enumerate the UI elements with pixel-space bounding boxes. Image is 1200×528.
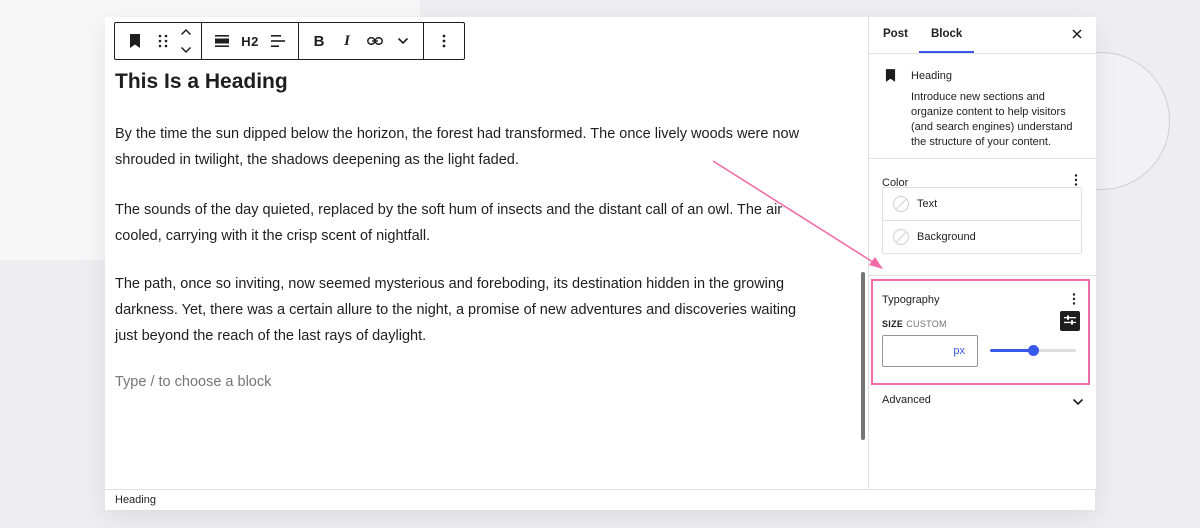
text-align-button[interactable] — [266, 27, 290, 55]
font-size-unit[interactable]: px — [953, 345, 965, 357]
toolbar-group-format: B I — [299, 23, 424, 59]
link-icon — [367, 36, 383, 46]
typography-panel-title[interactable]: Typography — [882, 294, 939, 306]
toolbar-group-alignment: H2 — [202, 23, 299, 59]
more-options-icon — [442, 34, 446, 48]
stage: H2 B I This Is a Heading By the time the… — [0, 0, 1200, 528]
toolbar-group-options — [424, 23, 464, 59]
heading-level-label: H2 — [241, 33, 259, 49]
block-type-button[interactable] — [123, 27, 147, 55]
toolbar-group-block — [115, 23, 202, 59]
block-card-description: Introduce new sections and organize cont… — [911, 91, 1073, 148]
color-item-background[interactable]: Background — [883, 220, 1081, 253]
chevron-down-icon — [397, 37, 409, 45]
editor-window: H2 B I This Is a Heading By the time the… — [105, 17, 1096, 510]
block-card-title: Heading — [911, 70, 952, 82]
move-down-icon[interactable] — [180, 41, 192, 59]
italic-label: I — [344, 32, 350, 49]
breadcrumb[interactable]: Heading — [115, 494, 156, 506]
color-item-label: Background — [917, 231, 976, 243]
block-mover — [177, 27, 195, 55]
empty-swatch-icon — [893, 229, 909, 245]
font-size-slider[interactable] — [990, 345, 1076, 356]
bookmark-icon — [129, 34, 141, 48]
advanced-panel[interactable]: Advanced — [869, 387, 1096, 417]
drag-handle-icon — [158, 34, 168, 48]
heading-block[interactable]: This Is a Heading — [115, 70, 288, 94]
font-size-mode: CUSTOM — [906, 319, 947, 329]
heading-level-button[interactable]: H2 — [238, 27, 262, 55]
chevron-down-icon — [1072, 393, 1084, 411]
color-item-text[interactable]: Text — [883, 188, 1081, 220]
color-item-label: Text — [917, 198, 938, 210]
close-icon — [1072, 26, 1082, 44]
align-button[interactable] — [210, 27, 234, 55]
editor-canvas: H2 B I This Is a Heading By the time the… — [105, 17, 857, 489]
color-list: Text Background — [882, 187, 1082, 254]
bookmark-icon — [885, 69, 896, 87]
editor-scrollbar[interactable] — [861, 272, 865, 440]
empty-swatch-icon — [893, 196, 909, 212]
typography-options-button[interactable] — [1072, 292, 1076, 310]
more-options-icon — [1072, 292, 1076, 309]
more-formatting-button[interactable] — [391, 27, 415, 55]
block-toolbar: H2 B I — [114, 22, 465, 60]
options-button[interactable] — [432, 27, 456, 55]
advanced-panel-title: Advanced — [882, 394, 931, 406]
tab-post[interactable]: Post — [871, 17, 920, 53]
link-button[interactable] — [363, 27, 387, 55]
status-bar: Heading — [105, 489, 1095, 510]
font-size-label-text: SIZE — [882, 319, 904, 329]
block-card: Heading Introduce new sections and organ… — [869, 54, 1096, 159]
block-appender-placeholder[interactable]: Type / to choose a block — [115, 374, 271, 390]
custom-size-toggle[interactable] — [1060, 311, 1080, 331]
text-align-icon — [271, 35, 285, 47]
close-sidebar-button[interactable] — [1068, 26, 1086, 44]
italic-button[interactable]: I — [335, 27, 359, 55]
slider-thumb[interactable] — [1027, 345, 1039, 356]
settings-sidebar: Post Block Heading Introduce new section… — [868, 17, 1096, 489]
paragraph-block[interactable]: The sounds of the day quieted, replaced … — [115, 197, 800, 249]
typography-panel: Typography SIZE CUSTOM px — [871, 279, 1090, 385]
drag-handle-button[interactable] — [151, 27, 175, 55]
paragraph-block[interactable]: The path, once so inviting, now seemed m… — [115, 271, 800, 349]
move-up-icon[interactable] — [180, 23, 192, 41]
paragraph-block[interactable]: By the time the sun dipped below the hor… — [115, 121, 800, 173]
align-icon — [215, 35, 229, 47]
font-size-field: px — [882, 335, 978, 367]
color-panel: Color Text Background — [869, 159, 1096, 276]
slider-fill — [990, 349, 1033, 352]
bold-label: B — [313, 32, 325, 50]
font-size-input[interactable] — [887, 340, 951, 364]
font-size-label: SIZE CUSTOM — [882, 319, 947, 329]
custom-size-icon — [1064, 312, 1076, 330]
bold-button[interactable]: B — [307, 27, 331, 55]
tab-block[interactable]: Block — [919, 17, 975, 53]
sidebar-tabs: Post Block — [869, 17, 1096, 54]
